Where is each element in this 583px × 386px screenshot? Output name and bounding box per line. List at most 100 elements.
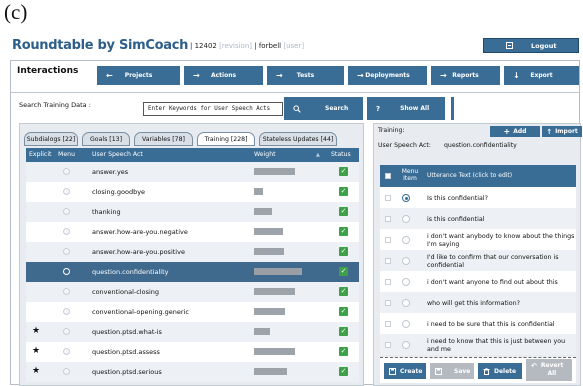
utterance-row[interactable]: i need to know that this is just between… <box>380 334 576 355</box>
revert-all-button[interactable]: ↶ Revert All <box>526 359 572 381</box>
table-row[interactable]: conventional-closing ✓ <box>26 282 359 302</box>
table-row[interactable]: ★ question.ptsd.what-is ✓ <box>26 322 359 342</box>
utterance-row[interactable]: who will get this information? <box>380 292 576 313</box>
create-button[interactable]: Create <box>384 363 426 379</box>
utterance-row[interactable]: is this confidential <box>380 208 576 229</box>
add-button[interactable]: + Add <box>490 126 540 137</box>
table-row[interactable]: closing.goodbye ✓ <box>26 182 359 202</box>
search-icon <box>293 104 301 113</box>
status-check-icon[interactable]: ✓ <box>339 287 348 296</box>
tab-goals[interactable]: Goals [13] <box>82 132 130 146</box>
status-check-icon[interactable]: ✓ <box>339 327 348 336</box>
select-all-checkbox[interactable] <box>385 173 391 179</box>
show-all-button[interactable]: ? Show All <box>367 97 445 120</box>
star-icon[interactable]: ★ <box>32 346 40 356</box>
status-check-icon[interactable]: ✓ <box>339 247 348 256</box>
menu-radio[interactable] <box>63 268 70 275</box>
menu-item-radio[interactable] <box>402 257 410 265</box>
column-weight[interactable]: Weight <box>254 151 276 158</box>
utterance-row[interactable]: i need to be sure that this is confident… <box>380 313 576 334</box>
status-check-icon[interactable]: ✓ <box>339 167 348 176</box>
tab-subdialogs[interactable]: Subdialogs [22] <box>24 132 78 146</box>
utterance-text[interactable]: i need to be sure that this is confident… <box>427 316 575 333</box>
star-icon[interactable]: ★ <box>32 366 40 376</box>
column-utterance-text[interactable]: Utterance Text (click to edit) <box>427 172 512 179</box>
status-check-icon[interactable]: ✓ <box>339 207 348 216</box>
table-row[interactable]: answer.how-are-you.positive ✓ <box>26 242 359 262</box>
utterance-text[interactable]: Is this confidential? <box>427 190 575 207</box>
menu-item-radio[interactable] <box>402 215 410 223</box>
nav-projects-button[interactable]: ← Projects <box>97 66 180 85</box>
row-checkbox[interactable] <box>385 342 391 348</box>
column-status[interactable]: Status <box>331 151 351 158</box>
menu-radio[interactable] <box>63 308 70 315</box>
delete-button[interactable]: Delete <box>478 363 522 379</box>
utterance-row[interactable]: Is this confidential? <box>380 187 576 208</box>
weight-bar <box>254 328 270 335</box>
table-row[interactable]: answer.how-are-you.negative ✓ <box>26 222 359 242</box>
save-button[interactable]: Save <box>430 363 474 379</box>
menu-radio[interactable] <box>63 248 70 255</box>
nav-reports-button[interactable]: → Reports <box>431 66 500 85</box>
status-check-icon[interactable]: ✓ <box>339 307 348 316</box>
menu-item-radio[interactable] <box>402 299 410 307</box>
menu-radio[interactable] <box>63 368 70 375</box>
import-button[interactable]: ↑ Import <box>542 126 582 137</box>
menu-item-radio[interactable] <box>402 341 410 349</box>
search-button[interactable]: Search <box>284 97 363 120</box>
tab-variables[interactable]: Variables [78] <box>134 132 193 146</box>
menu-item-radio[interactable] <box>402 320 410 328</box>
table-row[interactable]: ★ question.ptsd.serious ✓ <box>26 362 359 382</box>
tab-stateless-updates[interactable]: Stateless Updates [44] <box>259 132 337 146</box>
row-checkbox[interactable] <box>385 300 391 306</box>
menu-item-radio[interactable] <box>402 194 410 202</box>
menu-item-radio[interactable] <box>402 236 410 244</box>
utterance-text[interactable]: i need to know that this is just between… <box>427 337 575 354</box>
column-user-speech-act[interactable]: User Speech Act <box>92 151 143 158</box>
status-check-icon[interactable]: ✓ <box>339 367 348 376</box>
column-menu-item[interactable]: Menu Item <box>398 168 422 182</box>
utterance-text[interactable]: is this confidential <box>427 211 575 228</box>
column-menu[interactable]: Menu <box>58 151 75 158</box>
utterance-row[interactable]: I'd like to confirm that our conversatio… <box>380 250 576 271</box>
column-explicit[interactable]: Explicit <box>29 151 51 158</box>
table-row[interactable]: question.confidentiality ✓ <box>26 262 359 282</box>
status-check-icon[interactable]: ✓ <box>339 187 348 196</box>
menu-item-radio[interactable] <box>402 278 410 286</box>
menu-radio[interactable] <box>63 348 70 355</box>
nav-export-button[interactable]: ↓ Export <box>504 66 579 85</box>
row-checkbox[interactable] <box>385 216 391 222</box>
utterance-row[interactable]: i don't want anyone to find out about th… <box>380 271 576 292</box>
menu-radio[interactable] <box>63 208 70 215</box>
status-check-icon[interactable]: ✓ <box>339 267 348 276</box>
table-row[interactable]: ★ question.ptsd.assess ✓ <box>26 342 359 362</box>
utterance-row[interactable]: i don't want anybody to know about the t… <box>380 229 576 250</box>
menu-radio[interactable] <box>63 168 70 175</box>
nav-tests-button[interactable]: → Tests <box>267 66 344 85</box>
row-checkbox[interactable] <box>385 237 391 243</box>
logout-button[interactable]: Logout <box>483 38 579 53</box>
nav-deployments-button[interactable]: → Deployments <box>348 66 427 85</box>
menu-radio[interactable] <box>63 228 70 235</box>
utterance-text[interactable]: who will get this information? <box>427 295 575 312</box>
search-input[interactable]: Enter Keywords for User Speech Acts <box>143 102 283 116</box>
row-checkbox[interactable] <box>385 195 391 201</box>
star-icon[interactable]: ★ <box>32 326 40 336</box>
utterance-text[interactable]: I'd like to confirm that our conversatio… <box>427 253 575 270</box>
tab-training[interactable]: Training [228] <box>197 132 255 146</box>
menu-radio[interactable] <box>63 188 70 195</box>
row-checkbox[interactable] <box>385 258 391 264</box>
status-check-icon[interactable]: ✓ <box>339 347 348 356</box>
table-row[interactable]: thanking ✓ <box>26 202 359 222</box>
utterance-text[interactable]: i don't want anybody to know about the t… <box>427 232 575 249</box>
row-checkbox[interactable] <box>385 279 391 285</box>
table-row[interactable]: answer.yes ✓ <box>26 162 359 182</box>
utterance-text[interactable]: i don't want anyone to find out about th… <box>427 274 575 291</box>
menu-radio[interactable] <box>63 328 70 335</box>
table-row[interactable]: conventional-opening.generic ✓ <box>26 302 359 322</box>
sort-ascending-icon[interactable]: ▲ <box>316 152 320 158</box>
nav-actions-button[interactable]: → Actions <box>184 66 263 85</box>
menu-radio[interactable] <box>63 288 70 295</box>
status-check-icon[interactable]: ✓ <box>339 227 348 236</box>
row-checkbox[interactable] <box>385 321 391 327</box>
